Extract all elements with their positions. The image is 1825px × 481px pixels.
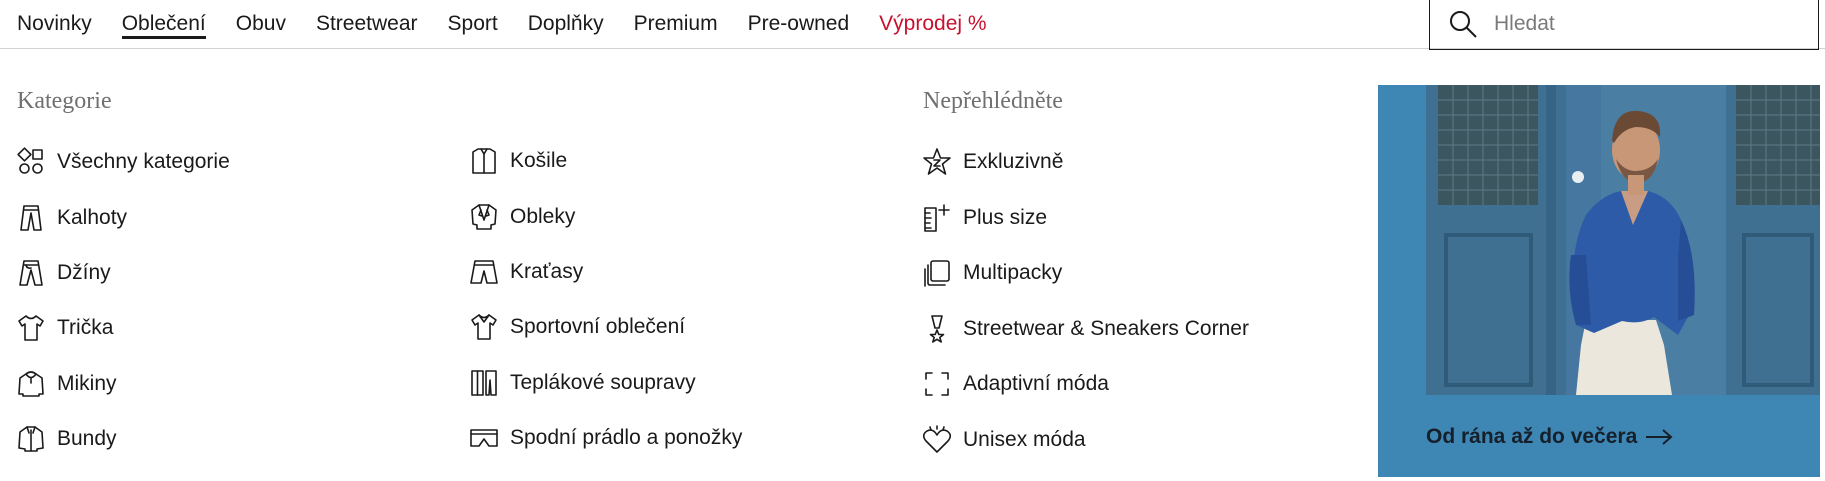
category-label: Trička: [57, 316, 114, 339]
tshirt-icon: [18, 315, 44, 341]
highlight-label: Plus size: [963, 206, 1048, 229]
search-input[interactable]: [1492, 11, 1796, 37]
heart-icon: [922, 425, 952, 453]
highlight-label: Unisex móda: [963, 428, 1086, 451]
highlight-plus-size[interactable]: Plus size: [921, 201, 1047, 235]
highlight-adaptivni-moda[interactable]: Adaptivní móda: [921, 367, 1109, 401]
category-label: Bundy: [57, 427, 117, 450]
category-sportovni-obleceni[interactable]: Sportovní oblečení: [468, 310, 685, 344]
nav-item-obleceni[interactable]: Oblečení: [121, 0, 206, 48]
nav-item-obuv[interactable]: Obuv: [236, 0, 286, 48]
nav-item-doplnky[interactable]: Doplňky: [528, 0, 604, 48]
nav-item-pre-owned[interactable]: Pre-owned: [748, 0, 850, 48]
tracksuit-icon: [471, 370, 497, 396]
category-teplakove-soupravy[interactable]: Teplákové soupravy: [468, 366, 696, 400]
highlight-unisex-moda[interactable]: Unisex móda: [921, 423, 1086, 457]
expand-corners-icon: [925, 372, 949, 396]
category-nav: Novinky Oblečení Obuv Streetwear Sport D…: [17, 0, 1017, 48]
trophy-star-icon: [929, 315, 945, 343]
highlight-label: Multipacky: [963, 261, 1063, 284]
underwear-icon: [470, 429, 498, 447]
arrow-right-icon: [1646, 429, 1673, 445]
category-obleky[interactable]: Obleky: [468, 200, 575, 234]
highlight-streetwear-sneakers[interactable]: Streetwear & Sneakers Corner: [921, 312, 1249, 346]
category-label: Všechny kategorie: [57, 150, 230, 173]
category-label: Džíny: [57, 261, 111, 284]
categories-heading: Kategorie: [17, 88, 112, 114]
highlight-exkluzivne[interactable]: Exkluzivně: [921, 145, 1063, 179]
category-label: Spodní prádlo a ponožky: [510, 426, 743, 449]
category-label: Kalhoty: [57, 206, 128, 229]
promo-link[interactable]: Od rána až do večera: [1426, 425, 1673, 449]
category-vsechny-kategorie[interactable]: Všechny kategorie: [15, 145, 230, 179]
grid-icon: [17, 147, 43, 174]
category-kratasy[interactable]: Kraťasy: [468, 255, 583, 289]
category-kosile[interactable]: Košile: [468, 144, 567, 178]
category-kalhoty[interactable]: Kalhoty: [15, 201, 127, 235]
highlight-multipacky[interactable]: Multipacky: [921, 256, 1062, 290]
highlight-label: Exkluzivně: [963, 150, 1064, 173]
category-bundy[interactable]: Bundy: [15, 422, 117, 456]
highlight-label: Streetwear & Sneakers Corner: [963, 317, 1249, 340]
top-navigation: Novinky Oblečení Obuv Streetwear Sport D…: [0, 0, 1825, 50]
category-mikiny[interactable]: Mikiny: [15, 367, 117, 401]
nav-item-vyprodej[interactable]: Výprodej %: [879, 0, 986, 48]
hoodie-icon: [18, 371, 44, 397]
sport-shirt-icon: [471, 314, 497, 340]
star-z-icon: [923, 148, 951, 175]
category-label: Kraťasy: [510, 260, 584, 283]
category-tricka[interactable]: Trička: [15, 311, 113, 345]
search-box[interactable]: [1429, 0, 1819, 50]
category-label: Košile: [510, 149, 568, 172]
jeans-icon: [19, 260, 43, 286]
shirt-icon: [472, 148, 496, 174]
shorts-icon: [470, 260, 498, 284]
jacket-icon: [18, 426, 44, 452]
category-dziny[interactable]: Džíny: [15, 256, 111, 290]
category-spodni-pradlo[interactable]: Spodní prádlo a ponožky: [468, 421, 742, 455]
promo-caption-text: Od rána až do večera: [1426, 425, 1638, 448]
nav-item-novinky[interactable]: Novinky: [17, 0, 92, 48]
category-label: Mikiny: [57, 372, 117, 395]
category-label: Sportovní oblečení: [510, 315, 686, 338]
suit-icon: [471, 204, 497, 230]
promo-card[interactable]: Od rána až do večera: [1378, 85, 1820, 477]
highlight-label: Adaptivní móda: [963, 372, 1109, 395]
nav-item-sport[interactable]: Sport: [448, 0, 498, 48]
nav-item-streetwear[interactable]: Streetwear: [316, 0, 418, 48]
category-label: Obleky: [510, 205, 576, 228]
nav-item-premium[interactable]: Premium: [634, 0, 718, 48]
multipack-icon: [924, 260, 950, 287]
search-icon: [1450, 11, 1477, 38]
promo-image: [1426, 85, 1820, 395]
category-label: Teplákové soupravy: [510, 371, 696, 394]
trousers-icon: [20, 205, 42, 231]
highlights-heading: Nepřehlédněte: [923, 88, 1063, 114]
ruler-plus-icon: [924, 204, 950, 232]
